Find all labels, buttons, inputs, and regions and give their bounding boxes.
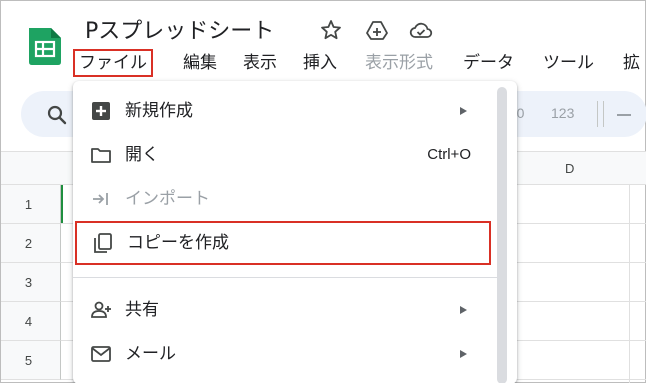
menu-item-new[interactable]: 新規作成 xyxy=(73,89,497,133)
menu-item-import[interactable]: インポート xyxy=(73,177,497,221)
star-icon[interactable] xyxy=(319,18,343,42)
menu-item-share[interactable]: 共有 xyxy=(73,288,497,332)
cloud-saved-icon[interactable] xyxy=(409,18,433,42)
folder-icon xyxy=(91,148,111,163)
sheets-logo-icon[interactable] xyxy=(25,26,65,66)
menu-item-label: 開く xyxy=(125,145,159,165)
number-format-button[interactable]: 123 xyxy=(551,105,574,121)
copy-icon xyxy=(94,233,112,253)
menu-format[interactable]: 表示形式 xyxy=(361,49,437,77)
grid-column-line xyxy=(629,185,630,383)
row-header-4[interactable]: 4 xyxy=(1,302,61,341)
shortcut-label: Ctrl+O xyxy=(427,146,471,163)
submenu-arrow-icon xyxy=(460,107,467,115)
menu-extensions[interactable]: 拡 xyxy=(619,49,644,77)
mail-icon xyxy=(91,346,111,362)
drive-move-icon[interactable] xyxy=(365,18,389,42)
row-header-1[interactable]: 1 xyxy=(1,185,61,224)
menu-item-label: メール xyxy=(125,344,176,364)
column-header-d[interactable]: D xyxy=(565,161,574,176)
menu-item-make-copy[interactable]: コピーを作成 xyxy=(75,221,491,265)
menu-insert[interactable]: 挿入 xyxy=(299,49,341,77)
menu-divider xyxy=(73,277,497,278)
row-header-5[interactable]: 5 xyxy=(1,341,61,380)
submenu-arrow-icon xyxy=(460,306,467,314)
row-header-2[interactable]: 2 xyxy=(1,224,61,263)
menu-view[interactable]: 表示 xyxy=(239,49,281,77)
submenu-arrow-icon xyxy=(460,350,467,358)
menu-file[interactable]: ファイル xyxy=(73,49,153,77)
menu-item-label: 共有 xyxy=(125,300,159,320)
menu-item-open[interactable]: 開く Ctrl+O xyxy=(73,133,497,177)
search-icon[interactable] xyxy=(45,103,69,127)
menu-scrollbar[interactable] xyxy=(497,87,507,383)
person-add-icon xyxy=(91,301,111,318)
toolbar-divider xyxy=(603,101,604,127)
file-menu-dropdown: 新規作成 開く Ctrl+O インポート コピーを作成 共有 メール xyxy=(73,81,517,383)
font-size-decrease-button[interactable] xyxy=(617,114,631,116)
menu-item-label: インポート xyxy=(125,189,210,209)
toolbar-divider xyxy=(597,101,598,127)
menu-tools[interactable]: ツール xyxy=(539,49,598,77)
menu-item-label: 新規作成 xyxy=(125,101,193,121)
import-icon xyxy=(93,193,108,205)
menu-edit[interactable]: 編集 xyxy=(179,49,221,77)
menu-item-label: コピーを作成 xyxy=(127,233,229,253)
new-doc-icon xyxy=(92,102,110,120)
row-header-3[interactable]: 3 xyxy=(1,263,61,302)
document-title[interactable]: Pスプレッドシート xyxy=(85,13,274,45)
menu-item-email[interactable]: メール xyxy=(73,332,497,376)
menu-data[interactable]: データ xyxy=(459,49,518,77)
